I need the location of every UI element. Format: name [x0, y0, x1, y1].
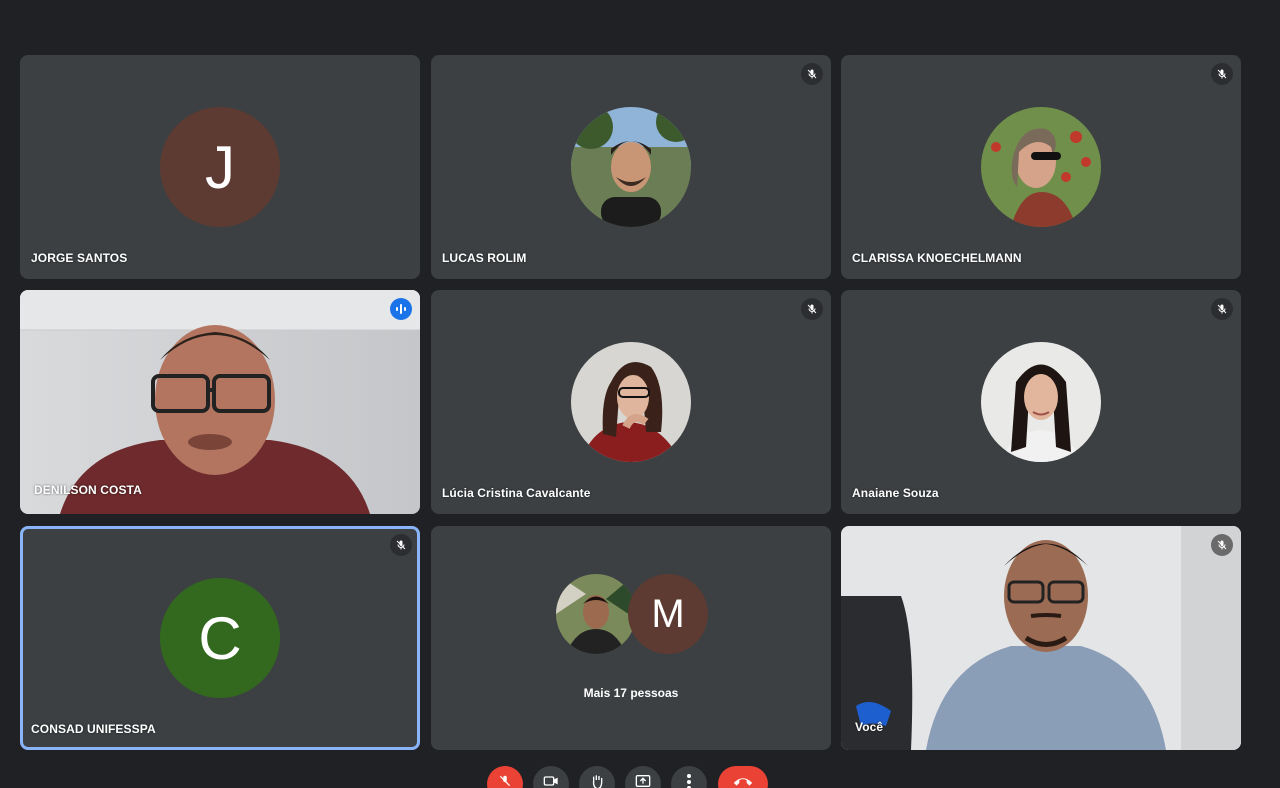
avatar: J [160, 107, 280, 227]
control-bar [0, 766, 1280, 788]
participant-name: CLARISSA KNOECHELMANN [852, 251, 1022, 265]
participant-tile-anaiane-souza[interactable]: Anaiane Souza [841, 290, 1241, 514]
avatar: C [160, 578, 280, 698]
avatar [981, 107, 1101, 227]
present-icon [635, 774, 651, 788]
avatar-initial: C [198, 604, 242, 672]
avatar: M [628, 574, 708, 654]
more-participants-label: Mais 17 pessoas [583, 686, 679, 700]
participant-tile-jorge-santos[interactable]: J JORGE SANTOS [20, 55, 420, 279]
hang-up-button[interactable] [718, 766, 768, 788]
participant-tile-self[interactable]: Você [841, 526, 1241, 750]
participant-name: LUCAS ROLIM [442, 251, 527, 265]
video-feed [20, 290, 420, 514]
participant-tile-lucia-cristina-cavalcante[interactable]: Lúcia Cristina Cavalcante [431, 290, 831, 514]
present-screen-button[interactable] [625, 766, 661, 788]
more-participants-tile[interactable]: M Mais 17 pessoas [431, 526, 831, 750]
meeting-stage: J JORGE SANTOS LUCAS ROLIM CLARISSA KNOE… [0, 0, 1280, 788]
camera-icon [543, 774, 559, 788]
speaking-indicator-icon [390, 298, 412, 320]
mic-off-icon [1211, 298, 1233, 320]
mic-toggle-button[interactable] [487, 766, 523, 788]
mic-off-icon [498, 774, 512, 788]
avatar [571, 342, 691, 462]
hang-up-icon [732, 774, 754, 788]
mic-off-icon [1211, 63, 1233, 85]
participant-tile-denilson-costa[interactable]: DENILSON COSTA [20, 290, 420, 514]
mic-off-icon [390, 534, 412, 556]
avatar [571, 107, 691, 227]
camera-toggle-button[interactable] [533, 766, 569, 788]
video-feed [841, 526, 1241, 750]
participant-name: Lúcia Cristina Cavalcante [442, 486, 591, 500]
participant-tile-consad-unifesspa[interactable]: C CONSAD UNIFESSPA [20, 526, 420, 750]
participant-tile-clarissa-knoechelmann[interactable]: CLARISSA KNOECHELMANN [841, 55, 1241, 279]
avatar [981, 342, 1101, 462]
participant-name: Anaiane Souza [852, 486, 939, 500]
avatar [556, 574, 636, 654]
more-options-icon [687, 774, 691, 788]
mic-off-icon [801, 63, 823, 85]
participant-name: CONSAD UNIFESSPA [31, 722, 156, 736]
mic-off-icon [1211, 534, 1233, 556]
participant-tile-lucas-rolim[interactable]: LUCAS ROLIM [431, 55, 831, 279]
more-options-button[interactable] [671, 766, 707, 788]
participant-name: DENILSON COSTA [34, 483, 142, 497]
avatar-initial: M [651, 591, 685, 636]
avatar-initial: J [205, 133, 235, 201]
mic-off-icon [801, 298, 823, 320]
participant-name: Você [855, 720, 884, 734]
participant-name: JORGE SANTOS [31, 251, 128, 265]
raise-hand-button[interactable] [579, 766, 615, 788]
raise-hand-icon [590, 774, 604, 788]
